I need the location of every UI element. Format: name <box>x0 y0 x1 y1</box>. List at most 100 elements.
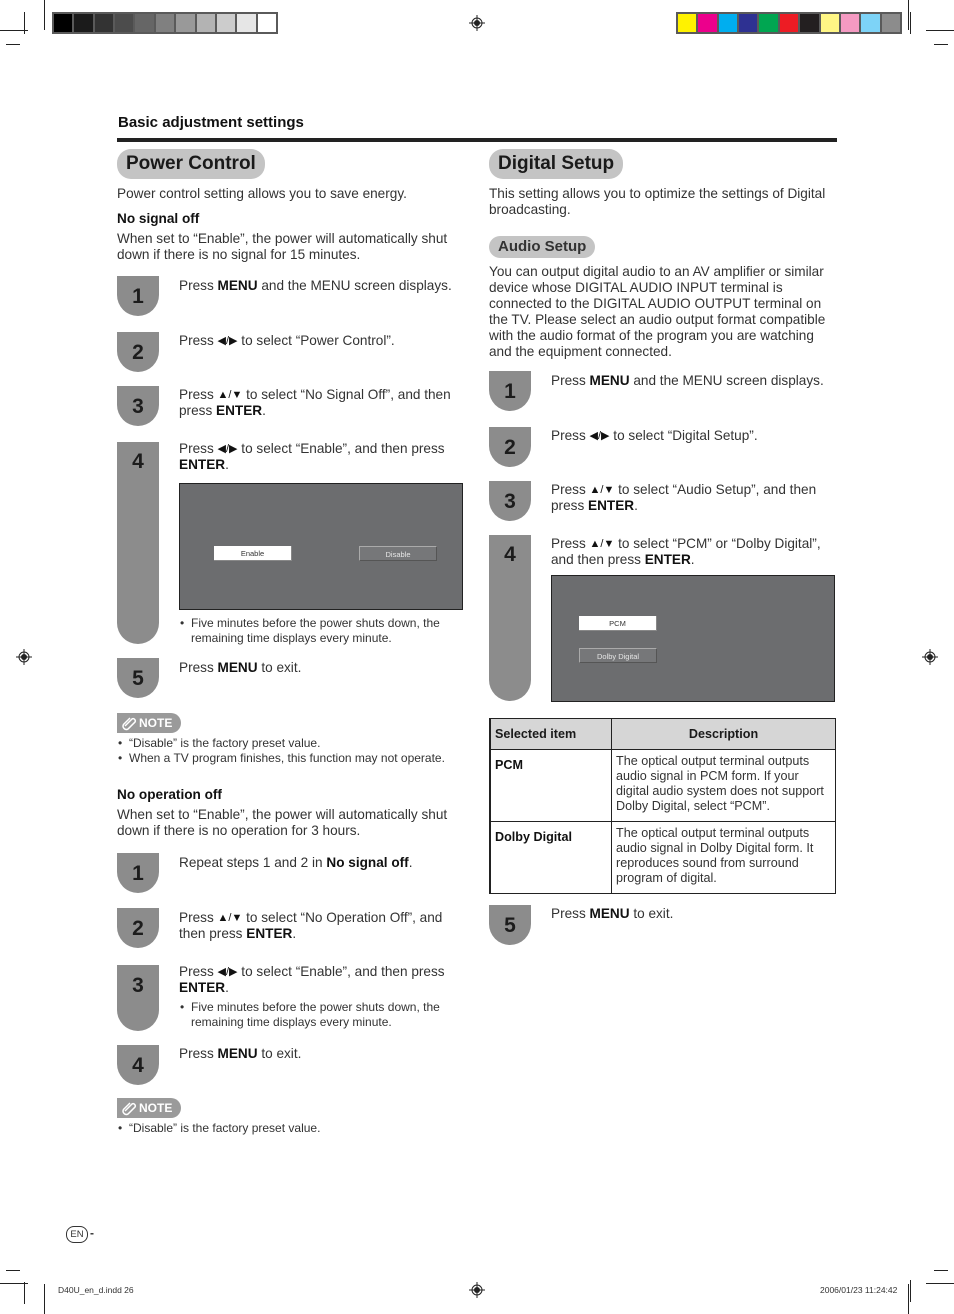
color-calibration-bar <box>676 12 902 34</box>
step-text-part: Press <box>179 441 218 456</box>
language-badge: EN <box>66 1226 88 1243</box>
note-item: “Disable” is the factory preset value. <box>117 1121 477 1136</box>
registration-mark-icon <box>16 649 32 665</box>
color-swatch <box>840 14 862 32</box>
step-text-part: Press <box>179 964 218 979</box>
menu-option-dolby-digital[interactable]: Dolby Digital <box>579 648 657 663</box>
step-text-part: . <box>225 457 229 472</box>
step-text-part: to exit. <box>257 660 302 675</box>
color-swatch <box>800 14 821 32</box>
crop-mark <box>24 1282 25 1304</box>
step-text-part: to exit. <box>257 1046 302 1061</box>
note-label: NOTE <box>139 1101 173 1115</box>
note-list: “Disable” is the factory preset value. <box>117 1121 477 1136</box>
note-badge: NOTE <box>117 713 181 733</box>
crop-mark <box>6 44 20 45</box>
step-text: Press MENU to exit. <box>179 1046 469 1062</box>
key-label: ENTER <box>246 926 293 941</box>
step-text-part: to select “Enable”, and then press <box>237 964 445 979</box>
note-item: When a TV program finishes, this functio… <box>117 751 477 766</box>
step-text-part: to exit. <box>629 906 674 921</box>
step-text-part: Press <box>179 333 218 348</box>
key-label: ENTER <box>179 457 226 472</box>
step-text-part: Repeat steps 1 and 2 in <box>179 855 327 870</box>
step-text-part: Press <box>179 1046 218 1061</box>
step-text-part: to select “Digital Setup”. <box>609 428 758 443</box>
step-text-part: Press <box>179 660 218 675</box>
left-right-arrows-icon: ◀/▶ <box>217 443 238 455</box>
step-text-part: to select “Enable”, and then press <box>237 441 445 456</box>
grayscale-swatch <box>176 14 197 32</box>
grayscale-swatch <box>135 14 156 32</box>
up-down-arrows-icon: ▲/▼ <box>217 389 243 401</box>
table-cell-item: Dolby Digital <box>489 821 612 894</box>
key-label: ENTER <box>216 403 263 418</box>
step-number: 2 <box>489 427 531 467</box>
audio-output-table: Selected item Description PCM The optica… <box>489 718 836 894</box>
table-row: Dolby Digital The optical output termina… <box>489 821 836 894</box>
step-number: 3 <box>117 965 159 1031</box>
tv-screen-preview: Enable Disable <box>179 483 463 610</box>
step-text: Press MENU to exit. <box>179 660 469 676</box>
crop-mark <box>910 1280 911 1302</box>
step-text-part: Press <box>179 278 218 293</box>
grayscale-swatch <box>74 14 95 32</box>
step-text: Press ▲/▼ to select “PCM” or “Dolby Digi… <box>551 536 841 568</box>
digital-setup-title: Digital Setup <box>489 149 624 179</box>
menu-option-disable[interactable]: Disable <box>359 546 437 561</box>
registration-mark-icon <box>922 649 938 665</box>
crop-mark <box>44 0 45 30</box>
step-text: Press ◀/▶ to select “Enable”, and then p… <box>179 964 469 996</box>
key-label: MENU <box>589 906 630 921</box>
step-text: Press ◀/▶ to select “Power Control”. <box>179 333 469 349</box>
step-text-part: Press <box>551 428 590 443</box>
footer-timestamp: 2006/01/23 11:24:42 <box>820 1285 898 1295</box>
grayscale-swatch <box>54 14 75 32</box>
color-swatch <box>678 14 699 32</box>
step-number: 1 <box>489 371 531 411</box>
step-text-part: Press <box>179 910 218 925</box>
paperclip-icon <box>122 717 137 731</box>
step-text-part: . <box>408 855 413 870</box>
key-label: ENTER <box>588 498 635 513</box>
note-item: “Disable” is the factory preset value. <box>117 736 477 751</box>
menu-option-pcm[interactable]: PCM <box>579 616 657 631</box>
step-text: Press ▲/▼ to select “Audio Setup”, and t… <box>551 482 841 514</box>
audio-setup-title: Audio Setup <box>489 236 596 258</box>
step-text-part: Press <box>551 373 590 388</box>
table-cell-description: The optical output terminal outputs audi… <box>611 821 836 894</box>
note-badge: NOTE <box>117 1098 181 1118</box>
no-operation-description: When set to “Enable”, the power will aut… <box>117 807 448 838</box>
crop-mark <box>934 44 948 45</box>
up-down-arrows-icon: ▲/▼ <box>217 912 243 924</box>
menu-option-enable[interactable]: Enable <box>214 546 292 561</box>
grayscale-swatch <box>237 14 258 32</box>
step-text: Press ▲/▼ to select “No Signal Off”, and… <box>179 387 469 419</box>
step-number: 2 <box>117 908 159 948</box>
left-right-arrows-icon: ◀/▶ <box>217 335 238 347</box>
step-text-part: Press <box>551 906 590 921</box>
step-number: 3 <box>117 386 159 426</box>
tv-screen-preview: PCM Dolby Digital <box>551 575 835 702</box>
grayscale-swatch <box>155 14 177 32</box>
registration-mark-icon <box>469 15 485 31</box>
step-text: Repeat steps 1 and 2 in No signal off. <box>179 855 469 871</box>
header-divider <box>117 138 837 142</box>
table-cell-item: PCM <box>489 749 612 822</box>
color-swatch <box>759 14 780 32</box>
crop-mark <box>6 1270 20 1271</box>
footer-filename: D40U_en_d.indd 26 <box>58 1285 134 1295</box>
power-control-title: Power Control <box>117 149 265 179</box>
crop-mark <box>926 1283 954 1284</box>
no-signal-heading: No signal off <box>117 211 200 226</box>
color-swatch <box>779 14 801 32</box>
table-cell-description: The optical output terminal outputs audi… <box>611 749 836 822</box>
crop-mark <box>926 30 954 31</box>
step-text: Press ◀/▶ to select “Digital Setup”. <box>551 428 841 444</box>
digital-setup-intro: This setting allows you to optimize the … <box>489 186 826 217</box>
key-label: MENU <box>589 373 630 388</box>
key-label: MENU <box>217 1046 258 1061</box>
grayscale-swatch <box>94 14 116 32</box>
step-text-part: to select “Power Control”. <box>237 333 395 348</box>
no-operation-heading: No operation off <box>117 787 222 802</box>
